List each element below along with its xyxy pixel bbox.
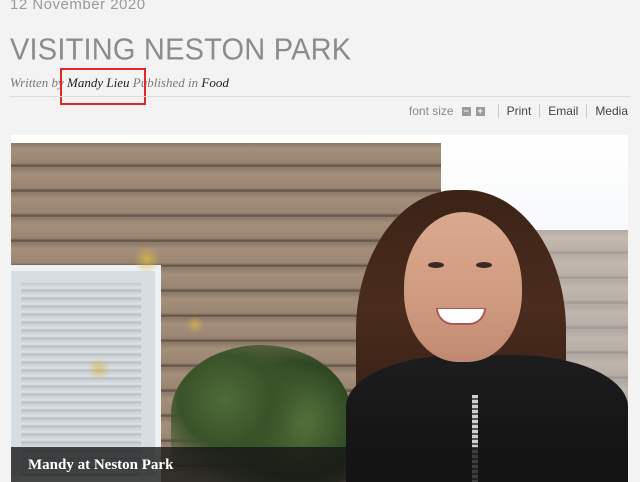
article-date: 12 November 2020 (10, 0, 146, 13)
photo-face (404, 212, 522, 362)
photo-eye (428, 262, 444, 268)
author-highlight-box (60, 68, 146, 105)
photo-person (346, 190, 628, 482)
article-title: VISITING NESTON PARK (10, 33, 352, 67)
photo-caption: Mandy at Neston Park (28, 457, 174, 473)
article-page: 12 November 2020 VISITING NESTON PARK Wr… (0, 0, 640, 482)
email-link[interactable]: Email (548, 104, 578, 118)
category-link[interactable]: Food (201, 75, 228, 90)
photo-eye (476, 262, 492, 268)
font-decrease-button[interactable]: − (461, 106, 471, 116)
article-toolbar: font size − + Print Email Media (409, 104, 628, 118)
font-increase-button[interactable]: + (475, 106, 485, 116)
article-photo: Mandy at Neston Park (11, 135, 628, 482)
media-link[interactable]: Media (595, 104, 628, 118)
print-link[interactable]: Print (507, 104, 532, 118)
toolbar-separator (586, 104, 588, 118)
written-by-label: Written by (10, 75, 64, 90)
photo-yellow-leaves (51, 215, 291, 435)
font-size-label: font size (408, 104, 454, 118)
toolbar-separator (539, 104, 541, 118)
header-divider (10, 96, 630, 97)
toolbar-separator (497, 104, 499, 118)
